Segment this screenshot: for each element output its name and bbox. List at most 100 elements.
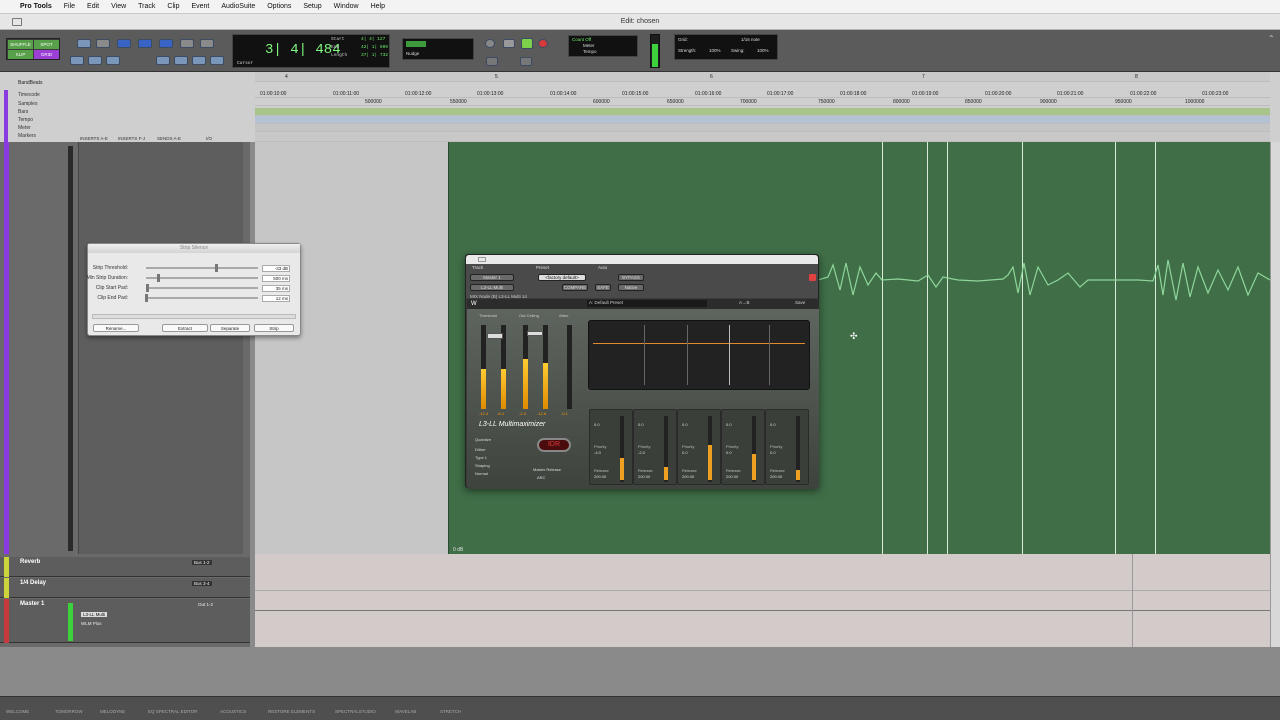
- link-timeline-button[interactable]: [156, 56, 170, 65]
- dock-tab-wavelab[interactable]: WAVELAB: [395, 709, 416, 714]
- track-name-delay[interactable]: 1/4 Delay: [20, 580, 46, 586]
- strength-value[interactable]: 100%: [709, 48, 721, 53]
- clip-end-pad-knob[interactable]: [145, 294, 148, 302]
- band-release-value[interactable]: 200.00: [682, 474, 694, 479]
- track-io-delay[interactable]: Bus 3-4: [192, 581, 212, 586]
- dock-tab-acoustics[interactable]: ACOUSTICS: [220, 709, 246, 714]
- ruler-label-bars[interactable]: Bars: [18, 109, 28, 115]
- menu-event[interactable]: Event: [191, 3, 209, 10]
- swing-value[interactable]: 100%: [757, 48, 769, 53]
- track-io-master[interactable]: Out 1-2: [198, 602, 213, 607]
- ruler-label-tempo[interactable]: Tempo: [18, 117, 33, 123]
- main-counter[interactable]: 3| 4| 484: [265, 42, 341, 58]
- slip-button[interactable]: SLIP: [8, 50, 33, 59]
- dither-selector[interactable]: Dither: [475, 447, 486, 452]
- menu-options[interactable]: Options: [267, 3, 291, 10]
- dock-tab-melodyne[interactable]: MELODYNE: [100, 709, 125, 714]
- strip-threshold-value[interactable]: -33 dB: [262, 265, 290, 272]
- dither-type[interactable]: Type 1: [475, 455, 487, 460]
- band-gain-value[interactable]: 0.0: [726, 422, 732, 427]
- graph-band-split[interactable]: [769, 325, 770, 385]
- transport-return-button[interactable]: [485, 39, 495, 48]
- min-duration-value[interactable]: 500 ms: [262, 275, 290, 282]
- track-io-reverb[interactable]: Bus 1-2: [192, 560, 212, 565]
- spot-button[interactable]: SPOT: [34, 40, 59, 49]
- dock-tab-spectral[interactable]: SPECTRALSTUDIO: [335, 709, 376, 714]
- grid-button[interactable]: GRID: [34, 50, 59, 59]
- extract-button[interactable]: Extract: [162, 324, 208, 332]
- tempo-label[interactable]: Tempo: [583, 49, 597, 54]
- bars-ruler-top[interactable]: 4 5 6 7 8: [255, 72, 1270, 82]
- zoom-preset-button[interactable]: [77, 39, 91, 48]
- dock-tab-restore[interactable]: RESTORE ELEMENTS: [268, 709, 315, 714]
- track-name-master[interactable]: Master 1: [20, 601, 44, 607]
- dock-tab-stretch[interactable]: STRETCH: [440, 709, 461, 714]
- preset-selector[interactable]: <factory default>: [538, 274, 586, 281]
- band-gain-value[interactable]: 0.0: [682, 422, 688, 427]
- aux-tracks-area[interactable]: [255, 554, 1270, 647]
- master-insert-l3[interactable]: L3-LL Multi: [81, 612, 108, 617]
- forward-button[interactable]: [520, 57, 532, 66]
- menu-audiosuite[interactable]: AudioSuite: [221, 3, 255, 10]
- track-name-reverb[interactable]: Reverb: [20, 559, 40, 565]
- pencil-tool-icon[interactable]: [200, 39, 214, 48]
- trim-tool-icon[interactable]: [117, 39, 131, 48]
- clip-end-pad-value[interactable]: 12 ms: [262, 295, 290, 302]
- clip-end-pad-slider[interactable]: [146, 297, 258, 299]
- menu-edit[interactable]: Edit: [87, 3, 99, 10]
- markers-ruler[interactable]: [255, 132, 1270, 142]
- grabber-tool-icon[interactable]: [159, 39, 173, 48]
- band-priority-value[interactable]: 0.0: [726, 450, 732, 455]
- menu-view[interactable]: View: [111, 3, 126, 10]
- meter-ruler[interactable]: [255, 124, 1270, 132]
- save-button[interactable]: Save: [795, 300, 805, 305]
- bypass-button[interactable]: BYPASS: [618, 274, 644, 281]
- band-priority-value[interactable]: 0.0: [682, 450, 688, 455]
- tab-to-transient-button[interactable]: [174, 56, 188, 65]
- clip-start-pad-slider[interactable]: [146, 287, 258, 289]
- band-release-value[interactable]: 200.00: [770, 474, 782, 479]
- ab-button[interactable]: A→B: [739, 300, 750, 305]
- menu-window[interactable]: Window: [334, 3, 359, 10]
- scrubber-tool-icon[interactable]: [180, 39, 194, 48]
- graph-band-split[interactable]: [729, 325, 730, 385]
- strip-button[interactable]: Strip: [254, 324, 294, 332]
- sel-start-value[interactable]: 4| 4| 127: [361, 37, 385, 42]
- band-priority-value[interactable]: -2.0: [638, 450, 645, 455]
- rename-button[interactable]: Rename...: [93, 324, 139, 332]
- vertical-scrollbar[interactable]: [1270, 142, 1280, 647]
- master-insert-wlm[interactable]: WLM Plus: [81, 621, 102, 626]
- shuffle-button[interactable]: SHUFFLE: [8, 40, 33, 49]
- plugin-titlebar[interactable]: [466, 255, 818, 264]
- menu-file[interactable]: File: [64, 3, 75, 10]
- meter-label[interactable]: Meter: [583, 43, 595, 48]
- tempo-ruler[interactable]: [255, 116, 1270, 124]
- band-release-value[interactable]: 200.00: [638, 474, 650, 479]
- dock-tab-tomorrow[interactable]: TOMORROW: [55, 709, 83, 714]
- band-gain-value[interactable]: 0.0: [594, 422, 600, 427]
- insert-selector[interactable]: L3-LL Multi: [470, 284, 514, 291]
- multiband-graph[interactable]: [588, 320, 810, 390]
- ruler-label-timecode[interactable]: Timecode: [18, 92, 40, 98]
- zoom-out-button[interactable]: [88, 56, 102, 65]
- selector-tool-icon[interactable]: [138, 39, 152, 48]
- grid-value[interactable]: 1/16 note: [741, 37, 760, 42]
- band-gain-value[interactable]: 0.0: [638, 422, 644, 427]
- dock-tab-eq[interactable]: EQ SPECTRAL EDITOR: [148, 709, 198, 714]
- master-release-value[interactable]: ARC: [537, 475, 545, 480]
- waves-preset-display[interactable]: A: Default Preset: [587, 300, 707, 307]
- threshold-fader[interactable]: [487, 333, 503, 339]
- band-priority-value[interactable]: -4.0: [594, 450, 601, 455]
- rewind-button[interactable]: [486, 57, 498, 66]
- track-header-master[interactable]: Master 1 Out 1-2 L3-LL Multi WLM Plus: [0, 599, 250, 643]
- separate-button[interactable]: Separate: [210, 324, 250, 332]
- track-header-delay[interactable]: 1/4 Delay Bus 3-4: [0, 578, 250, 598]
- transport-record-button[interactable]: [538, 39, 548, 48]
- ceiling-fader[interactable]: [527, 331, 543, 336]
- graph-band-split[interactable]: [687, 325, 688, 385]
- strip-threshold-slider[interactable]: [146, 267, 258, 269]
- menu-setup[interactable]: Setup: [303, 3, 321, 10]
- mirror-midi-button[interactable]: [192, 56, 206, 65]
- menu-track[interactable]: Track: [138, 3, 155, 10]
- safe-button[interactable]: SAFE: [595, 284, 611, 291]
